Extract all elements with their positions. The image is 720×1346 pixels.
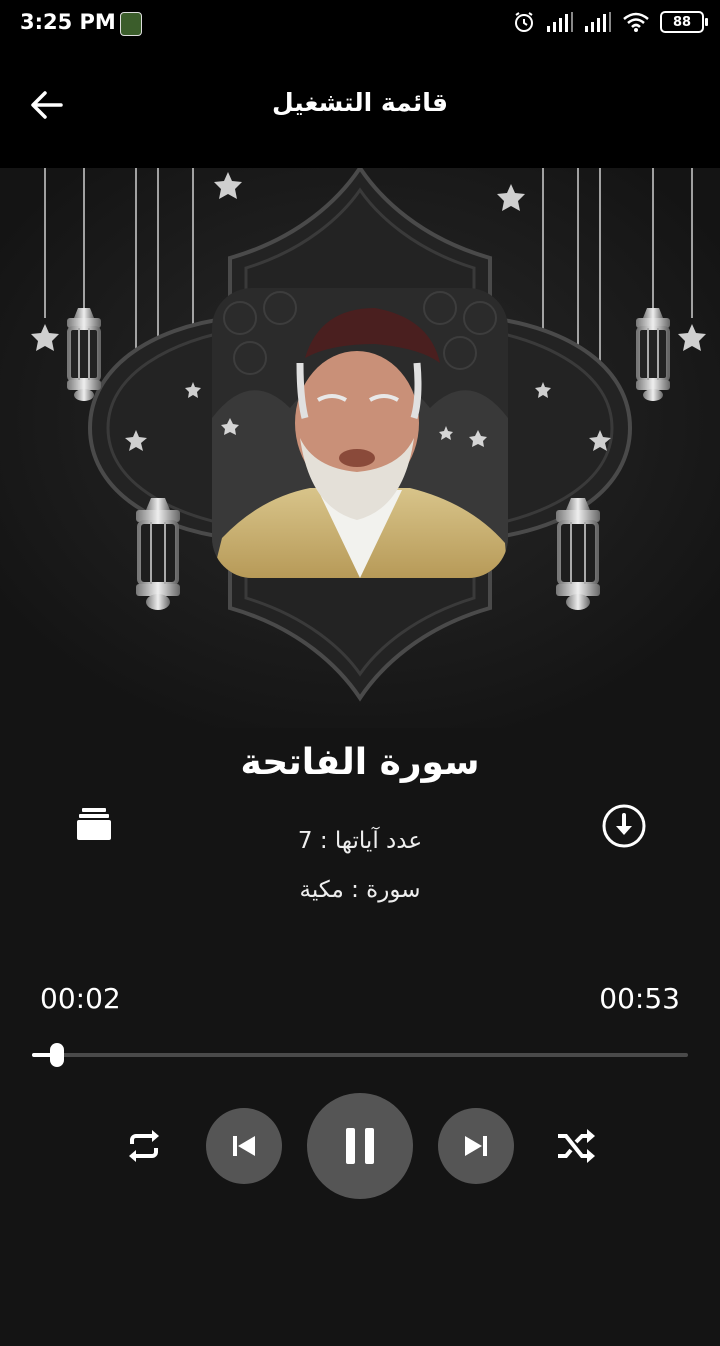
ayah-count: عدد آياتها : 7 (297, 828, 423, 854)
track-title: سورة الفاتحة (240, 742, 480, 783)
status-time: 3:25 PM (20, 10, 116, 34)
shuffle-icon (558, 1129, 595, 1163)
next-icon (465, 1136, 487, 1156)
lantern (636, 308, 670, 401)
signal-icon (585, 12, 611, 32)
previous-button[interactable] (206, 1108, 282, 1184)
pause-button[interactable] (307, 1093, 413, 1199)
pause-icon (346, 1128, 374, 1164)
wifi-icon (623, 12, 649, 32)
battery-icon: 88 (660, 11, 708, 33)
app-notification-icon (120, 12, 142, 36)
battery-level: 88 (672, 14, 692, 30)
lantern (136, 498, 180, 610)
album-artwork (0, 168, 720, 728)
shuffle-button[interactable] (550, 1120, 602, 1172)
previous-icon (233, 1136, 255, 1156)
next-button[interactable] (438, 1108, 514, 1184)
signal-icon (547, 12, 573, 32)
lantern (67, 308, 101, 401)
seek-bar[interactable] (32, 1040, 688, 1070)
status-bar: 3:25 PM 88 (0, 0, 720, 50)
seek-thumb[interactable] (49, 1043, 64, 1067)
repeat-button[interactable] (118, 1120, 170, 1172)
status-icons: 88 (512, 10, 708, 34)
surah-type: سورة : مكية (299, 877, 421, 903)
lantern (556, 498, 600, 610)
playback-controls (0, 1090, 720, 1200)
seek-track (32, 1053, 688, 1057)
reciter-photo (212, 288, 508, 578)
alarm-icon (515, 12, 533, 32)
repeat-icon (129, 1130, 159, 1162)
elapsed-time: 00:02 (40, 982, 121, 1015)
total-time: 00:53 (599, 982, 680, 1015)
toolbar: قائمة التشغيل (0, 50, 720, 168)
page-title: قائمة التشغيل (271, 88, 448, 117)
